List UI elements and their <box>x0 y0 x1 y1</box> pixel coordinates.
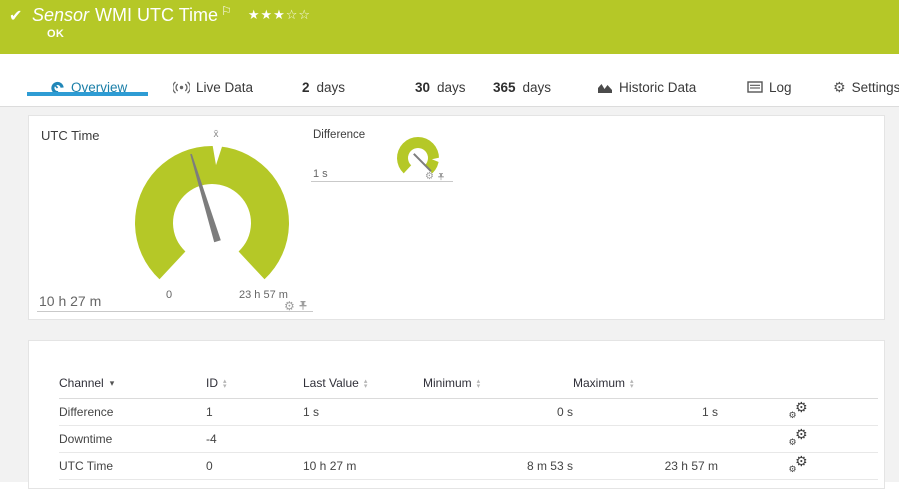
last-value-cell: 1 s <box>303 398 423 426</box>
column-header-last-value[interactable]: Last Value ▴ ▾ <box>303 368 423 399</box>
maximum-cell: 23 h 57 m <box>573 452 718 480</box>
primary-gauge-divider <box>37 311 313 312</box>
secondary-gauge-value: 1 s <box>313 168 328 180</box>
tab-label: Historic Data <box>619 79 697 95</box>
priority-flag-icon[interactable]: ⚐ <box>221 4 232 18</box>
channels-card: Channel ▾ ID ▴ ▾ Last Value ▴ ▾ Minimum ▴ ▾ Max… <box>28 340 885 489</box>
tab-historic-data[interactable]: Historic Data <box>597 75 696 99</box>
tab-live-data[interactable]: Live Data <box>173 75 253 99</box>
tab-number: 2 <box>302 79 310 95</box>
column-header-minimum[interactable]: Minimum ▴ ▾ <box>423 368 573 399</box>
tab-label: Live Data <box>196 79 254 95</box>
last-value-cell: 10 h 27 m <box>303 452 423 480</box>
table-header-row: Channel ▾ ID ▴ ▾ Last Value ▴ ▾ Minimum ▴ ▾ Max… <box>59 368 878 399</box>
tab-bar: Overview Live Data 2 days 30 days 365 da… <box>0 54 899 107</box>
tab-label: Log <box>769 79 792 95</box>
channel-id-cell: -4 <box>206 425 303 453</box>
channels-table: Channel ▾ ID ▴ ▾ Last Value ▴ ▾ Minimum ▴ ▾ Max… <box>59 368 878 480</box>
tab-settings[interactable]: ⚙ Settings <box>833 75 899 99</box>
minimum-cell: 0 s <box>423 398 573 426</box>
table-row: UTC Time 0 10 h 27 m 8 m 53 s 23 h 57 m … <box>59 452 878 480</box>
area-chart-icon <box>598 83 612 93</box>
gear-icon: ⚙ <box>833 79 846 95</box>
secondary-gauge-title: Difference <box>313 129 366 141</box>
log-list-icon <box>747 81 763 93</box>
tab-365-days[interactable]: 365 days <box>493 75 551 99</box>
live-data-icon <box>173 81 190 93</box>
tab-log[interactable]: Log <box>747 75 792 99</box>
channel-name-cell: Difference <box>59 398 206 426</box>
overview-gauges-card: UTC Time x̄ 0 23 h 57 m 10 h 27 m ⚙ Diff… <box>28 115 885 320</box>
tab-label: days <box>437 79 466 95</box>
primary-gauge-title: UTC Time <box>41 128 100 143</box>
column-header-maximum[interactable]: Maximum ▴ ▾ <box>573 368 718 399</box>
sort-icon: ▴ ▾ <box>476 377 481 390</box>
sensor-title: WMI UTC Time <box>95 5 219 25</box>
pin-icon[interactable] <box>298 300 308 312</box>
status-check-icon: ✔ <box>9 8 23 25</box>
priority-star-rating[interactable]: ★★★☆☆ <box>248 7 311 22</box>
sensor-title-line: Sensor WMI UTC Time ⚐ ★★★☆☆ <box>32 4 311 26</box>
maximum-cell: 1 s <box>573 398 718 426</box>
channel-id-cell: 1 <box>206 398 303 426</box>
sort-icon: ▴ ▾ <box>630 377 634 390</box>
sensor-header: ✔ Sensor WMI UTC Time ⚐ ★★★☆☆ OK <box>0 0 899 54</box>
tab-2-days[interactable]: 2 days <box>302 75 345 99</box>
channel-settings-icon[interactable]: ⚙ ⚙ <box>789 427 808 447</box>
sort-icon: ▴ ▾ <box>223 377 227 390</box>
tab-label: days <box>316 79 346 95</box>
sort-icon: ▴ ▾ <box>363 377 368 390</box>
mean-marker-label: x̄ <box>214 129 219 140</box>
primary-gauge: x̄ <box>135 129 289 280</box>
column-header-actions <box>718 368 878 399</box>
column-header-id[interactable]: ID ▴ ▾ <box>206 368 303 399</box>
primary-gauge-scale-max: 23 h 57 m <box>239 289 288 301</box>
sensor-status-badge: OK <box>47 28 65 40</box>
stars-filled[interactable]: ★★★ <box>248 7 286 22</box>
channel-settings-icon[interactable]: ⚙ ⚙ <box>789 454 808 474</box>
channel-settings-icon[interactable]: ⚙ ⚙ <box>789 400 808 420</box>
column-header-channel[interactable]: Channel ▾ <box>59 368 206 399</box>
primary-gauge-scale-min: 0 <box>165 289 173 301</box>
tab-label: Settings <box>851 79 899 95</box>
minimum-cell: 8 m 53 s <box>423 452 573 480</box>
channel-name-cell: UTC Time <box>59 452 206 480</box>
tab-30-days[interactable]: 30 days <box>415 75 466 99</box>
sensor-kind-label: Sensor <box>32 5 90 25</box>
primary-gauge-value: 10 h 27 m <box>39 293 102 309</box>
tab-number: 30 <box>415 79 431 95</box>
active-tab-indicator <box>27 92 148 96</box>
tab-label: days <box>522 79 552 95</box>
stars-empty[interactable]: ☆☆ <box>286 7 311 22</box>
sort-desc-icon: ▾ <box>109 378 115 389</box>
maximum-cell <box>573 425 718 453</box>
tab-number: 365 <box>493 79 516 95</box>
channel-name-cell: Downtime <box>59 425 206 453</box>
table-row: Downtime -4 ⚙ ⚙ <box>59 425 878 453</box>
minimum-cell <box>423 425 573 453</box>
secondary-gauge-divider <box>311 181 453 182</box>
content-area: UTC Time x̄ 0 23 h 57 m 10 h 27 m ⚙ Diff… <box>0 107 899 489</box>
table-row: Difference 1 1 s 0 s 1 s ⚙ ⚙ <box>59 398 878 426</box>
channel-id-cell: 0 <box>206 452 303 480</box>
last-value-cell <box>303 425 423 453</box>
